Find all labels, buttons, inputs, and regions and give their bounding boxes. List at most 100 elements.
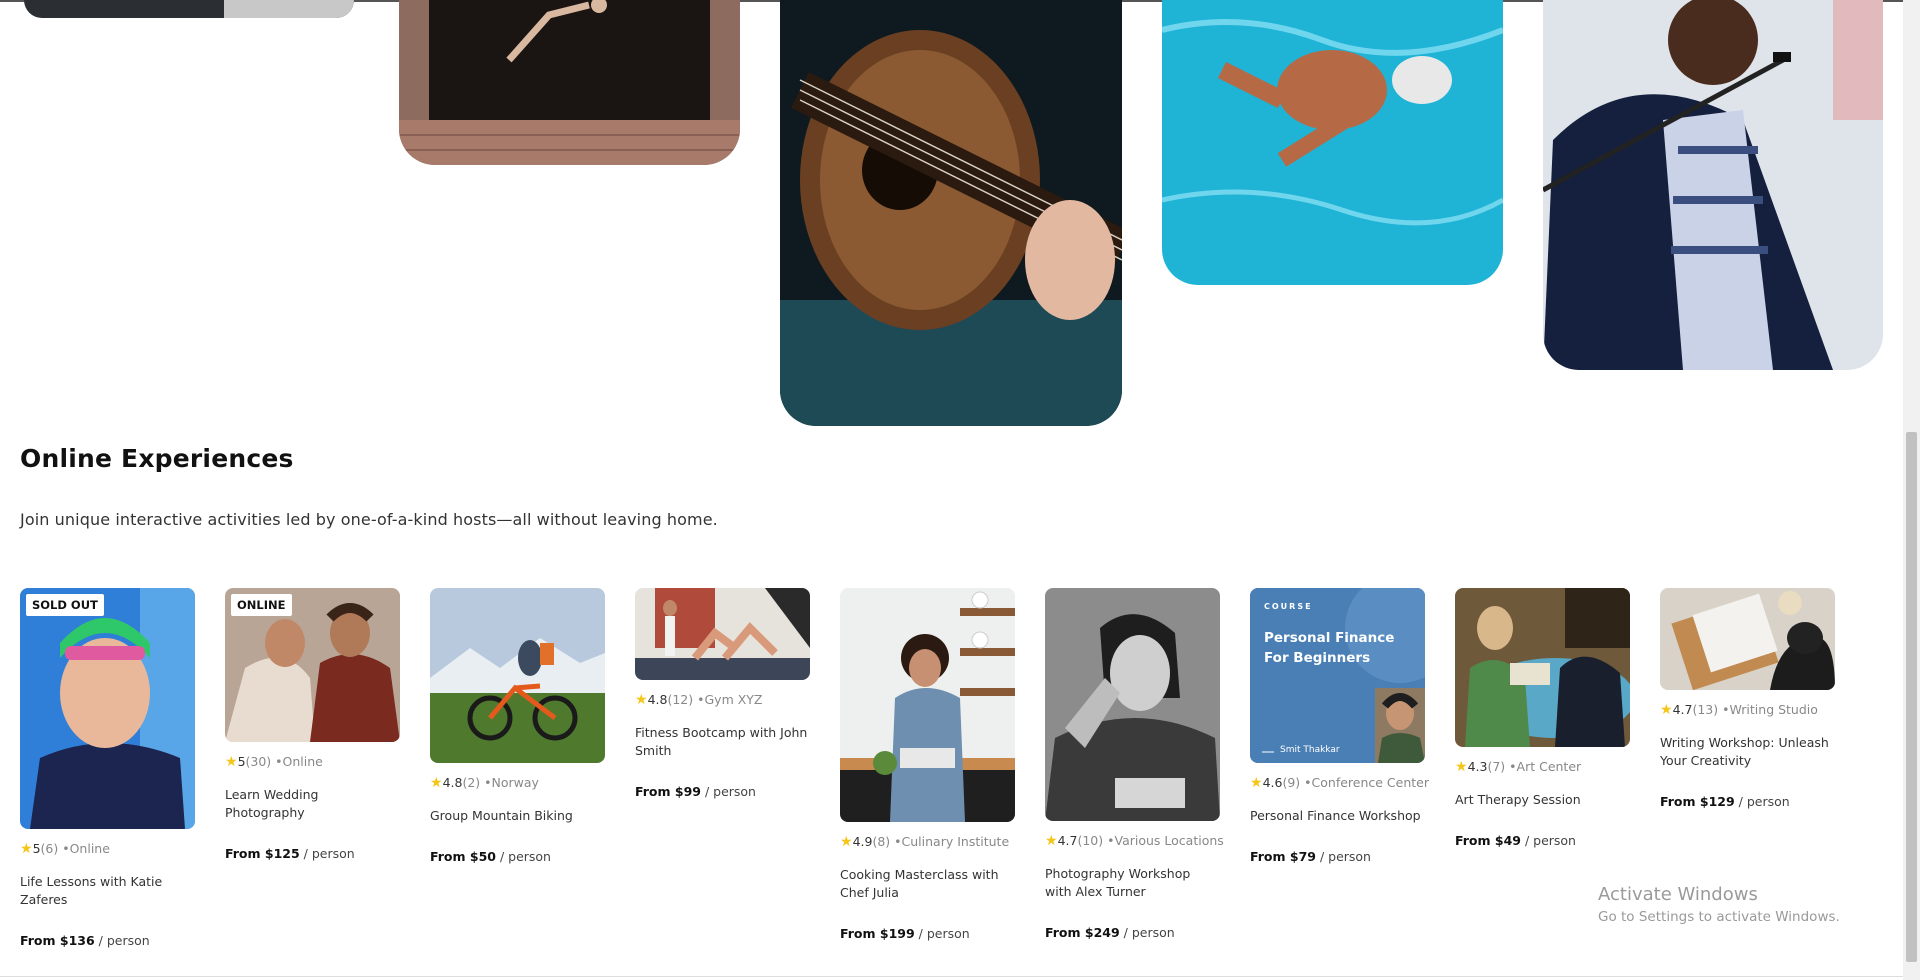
activate-windows-subtitle: Go to Settings to activate Windows. bbox=[1598, 909, 1840, 925]
card-price-amount: From $125 bbox=[225, 846, 300, 861]
card-reviews: (6) bbox=[40, 841, 59, 856]
card-title[interactable]: Art Therapy Session bbox=[1455, 791, 1630, 809]
card-rating: 4.7 bbox=[1672, 702, 1693, 717]
card-price-amount: From $129 bbox=[1660, 794, 1735, 809]
star-icon: ★ bbox=[1045, 833, 1058, 849]
star-icon: ★ bbox=[20, 841, 33, 857]
acoustic-guitar-image bbox=[780, 0, 1122, 426]
card-price-unit: / person bbox=[98, 933, 150, 948]
star-icon: ★ bbox=[225, 754, 238, 770]
card-price-amount: From $49 bbox=[1455, 833, 1521, 848]
card-meta: ★4.9(8) •Culinary Institute bbox=[840, 834, 1015, 850]
experience-card[interactable]: ★4.9(8) •Culinary Institute Cooking Mast… bbox=[840, 588, 1015, 941]
star-icon: ★ bbox=[1250, 775, 1263, 791]
dark-image bbox=[24, 0, 354, 18]
sold-out-badge: SOLD OUT bbox=[26, 594, 104, 616]
card-location: •Gym XYZ bbox=[697, 692, 763, 707]
experience-card[interactable]: ★4.8(2) •Norway Group Mountain Biking Fr… bbox=[430, 588, 605, 864]
card-price-amount: From $50 bbox=[430, 849, 496, 864]
card-location: •Various Locations bbox=[1107, 833, 1224, 848]
online-badge: ONLINE bbox=[231, 594, 292, 616]
card-price-unit: / person bbox=[918, 926, 970, 941]
card-rating: 5 bbox=[32, 841, 41, 856]
art-therapy-image bbox=[1455, 588, 1630, 747]
card-rating: 4.8 bbox=[647, 692, 668, 707]
card-price-unit: / person bbox=[704, 784, 756, 799]
card-price-unit: / person bbox=[499, 849, 551, 864]
card-reviews: (10) bbox=[1077, 833, 1104, 848]
card-meta: ★4.7(13) •Writing Studio bbox=[1660, 702, 1835, 718]
card-rating: 4.6 bbox=[1262, 775, 1283, 790]
card-location: •Norway bbox=[484, 775, 539, 790]
card-price: From $99 / person bbox=[635, 784, 810, 799]
card-price: From $136 / person bbox=[20, 933, 195, 948]
card-price-amount: From $199 bbox=[840, 926, 915, 941]
gallery-tile-4[interactable] bbox=[1162, 0, 1503, 285]
card-meta: ★4.6(9) •Conference Center bbox=[1250, 775, 1429, 791]
star-icon: ★ bbox=[635, 692, 648, 708]
card-image[interactable] bbox=[1045, 588, 1220, 821]
card-image[interactable]: ONLINE bbox=[225, 588, 400, 742]
card-price-unit: / person bbox=[1738, 794, 1790, 809]
card-rating: 5 bbox=[237, 754, 246, 769]
card-meta: ★4.7(10) •Various Locations bbox=[1045, 833, 1224, 849]
gallery-tile-5[interactable] bbox=[1543, 0, 1883, 370]
course-author: Smit Thakkar bbox=[1280, 745, 1340, 755]
card-reviews: (8) bbox=[872, 834, 891, 849]
gallery-tile-1[interactable] bbox=[24, 0, 354, 18]
star-icon: ★ bbox=[840, 834, 853, 850]
card-reviews: (9) bbox=[1282, 775, 1301, 790]
card-location: •Online bbox=[62, 841, 110, 856]
card-image[interactable] bbox=[1660, 588, 1835, 690]
experience-card[interactable]: ★4.3(7) •Art Center Art Therapy Session … bbox=[1455, 588, 1630, 848]
card-meta: ★4.3(7) •Art Center bbox=[1455, 759, 1630, 775]
card-reviews: (12) bbox=[667, 692, 694, 707]
card-title[interactable]: Writing Workshop: Unleash Your Creativit… bbox=[1660, 734, 1835, 770]
card-title[interactable]: Photography Workshop with Alex Turner bbox=[1045, 865, 1220, 901]
section-subtitle: Join unique interactive activities led b… bbox=[20, 510, 718, 529]
experience-card[interactable]: ★4.7(13) •Writing Studio Writing Worksho… bbox=[1660, 588, 1835, 809]
card-title[interactable]: Personal Finance Workshop bbox=[1250, 807, 1425, 825]
card-image[interactable]: COURSE Personal Finance For Beginners Sm… bbox=[1250, 588, 1425, 763]
star-icon: ★ bbox=[1660, 702, 1673, 718]
card-price-unit: / person bbox=[1524, 833, 1576, 848]
experience-card[interactable]: COURSE Personal Finance For Beginners Sm… bbox=[1250, 588, 1429, 864]
experience-card[interactable]: SOLD OUT ★5(6) •Online Life Lessons with… bbox=[20, 588, 195, 948]
experience-card[interactable]: ★4.7(10) •Various Locations Photography … bbox=[1045, 588, 1224, 940]
star-icon: ★ bbox=[430, 775, 443, 791]
card-price-amount: From $79 bbox=[1250, 849, 1316, 864]
card-price: From $125 / person bbox=[225, 846, 400, 861]
card-title[interactable]: Learn Wedding Photography bbox=[225, 786, 400, 822]
gallery-tile-2[interactable] bbox=[399, 0, 740, 165]
card-rating: 4.7 bbox=[1057, 833, 1078, 848]
card-image[interactable] bbox=[635, 588, 810, 680]
card-price: From $199 / person bbox=[840, 926, 1015, 941]
card-price-unit: / person bbox=[1123, 925, 1175, 940]
card-image[interactable]: SOLD OUT bbox=[20, 588, 195, 829]
card-title[interactable]: Life Lessons with Katie Zaferes bbox=[20, 873, 195, 909]
page-bottom-divider bbox=[0, 976, 1903, 977]
card-title[interactable]: Fitness Bootcamp with John Smith bbox=[635, 724, 810, 760]
card-image[interactable] bbox=[430, 588, 605, 763]
fitness-class-image bbox=[635, 588, 810, 680]
course-title-line1: Personal Finance bbox=[1264, 630, 1395, 646]
card-rating: 4.9 bbox=[852, 834, 873, 849]
gallery-tile-3[interactable] bbox=[780, 0, 1122, 426]
card-title[interactable]: Group Mountain Biking bbox=[430, 807, 605, 825]
card-price-amount: From $99 bbox=[635, 784, 701, 799]
athlete-portrait-image bbox=[20, 588, 195, 829]
scrollbar-thumb[interactable] bbox=[1906, 432, 1917, 962]
experience-card[interactable]: ★4.8(12) •Gym XYZ Fitness Bootcamp with … bbox=[635, 588, 810, 799]
card-price-unit: / person bbox=[303, 846, 355, 861]
course-kicker: COURSE bbox=[1264, 602, 1313, 611]
card-location: •Art Center bbox=[1509, 759, 1582, 774]
vertical-scrollbar[interactable] bbox=[1903, 0, 1920, 980]
card-meta: ★5(30) •Online bbox=[225, 754, 400, 770]
card-price-amount: From $249 bbox=[1045, 925, 1120, 940]
card-image[interactable] bbox=[840, 588, 1015, 822]
card-title[interactable]: Cooking Masterclass with Chef Julia bbox=[840, 866, 1015, 902]
card-image[interactable] bbox=[1455, 588, 1630, 747]
experience-card[interactable]: ONLINE ★5(30) •Online Learn Wedding Phot… bbox=[225, 588, 400, 861]
card-reviews: (2) bbox=[462, 775, 481, 790]
card-reviews: (30) bbox=[245, 754, 272, 769]
